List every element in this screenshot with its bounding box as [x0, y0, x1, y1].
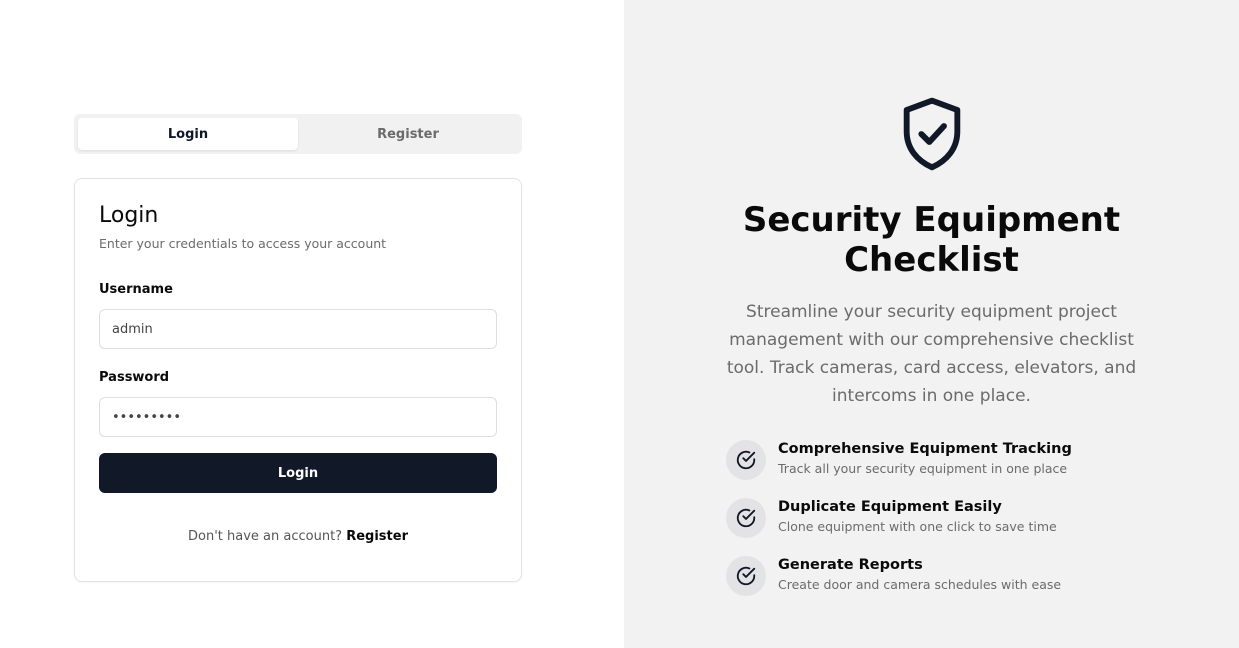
login-button[interactable]: Login — [99, 453, 497, 493]
hero-description: Streamline your security equipment proje… — [726, 302, 1137, 406]
card-title: Login — [99, 203, 159, 228]
shield-check-icon — [903, 97, 960, 171]
hero-title: Security Equipment Checklist — [742, 200, 1121, 280]
auth-panel: Login Register Login Enter your credenti… — [0, 0, 624, 648]
username-input[interactable] — [99, 309, 497, 349]
feature-title: Generate Reports — [778, 557, 923, 573]
feature-list: Comprehensive Equipment Tracking Track a… — [726, 440, 1072, 596]
feature-description: Clone equipment with one click to save t… — [778, 519, 1057, 534]
feature-item: Generate Reports Create door and camera … — [726, 556, 1072, 596]
auth-tabs: Login Register — [74, 114, 522, 154]
feature-title: Duplicate Equipment Easily — [778, 499, 1002, 515]
password-label: Password — [99, 370, 170, 385]
feature-item: Duplicate Equipment Easily Clone equipme… — [726, 498, 1072, 538]
tab-register[interactable]: Register — [298, 118, 518, 150]
check-circle-icon — [726, 498, 766, 538]
feature-description: Create door and camera schedules with ea… — [778, 577, 1062, 592]
feature-title: Comprehensive Equipment Tracking — [778, 441, 1072, 457]
register-prompt-text: Don't have an account? — [188, 529, 343, 544]
check-circle-icon — [726, 440, 766, 480]
hero-panel: Security Equipment Checklist Streamline … — [624, 0, 1239, 648]
tab-login[interactable]: Login — [78, 118, 298, 150]
register-prompt: Don't have an account? Register — [75, 529, 521, 544]
card-subtitle: Enter your credentials to access your ac… — [99, 236, 387, 251]
check-circle-icon — [726, 556, 766, 596]
username-label: Username — [99, 282, 173, 297]
feature-item: Comprehensive Equipment Tracking Track a… — [726, 440, 1072, 480]
login-card: Login Enter your credentials to access y… — [74, 178, 522, 582]
password-input[interactable] — [99, 397, 497, 437]
feature-description: Track all your security equipment in one… — [778, 461, 1068, 476]
register-link[interactable]: Register — [346, 529, 408, 544]
